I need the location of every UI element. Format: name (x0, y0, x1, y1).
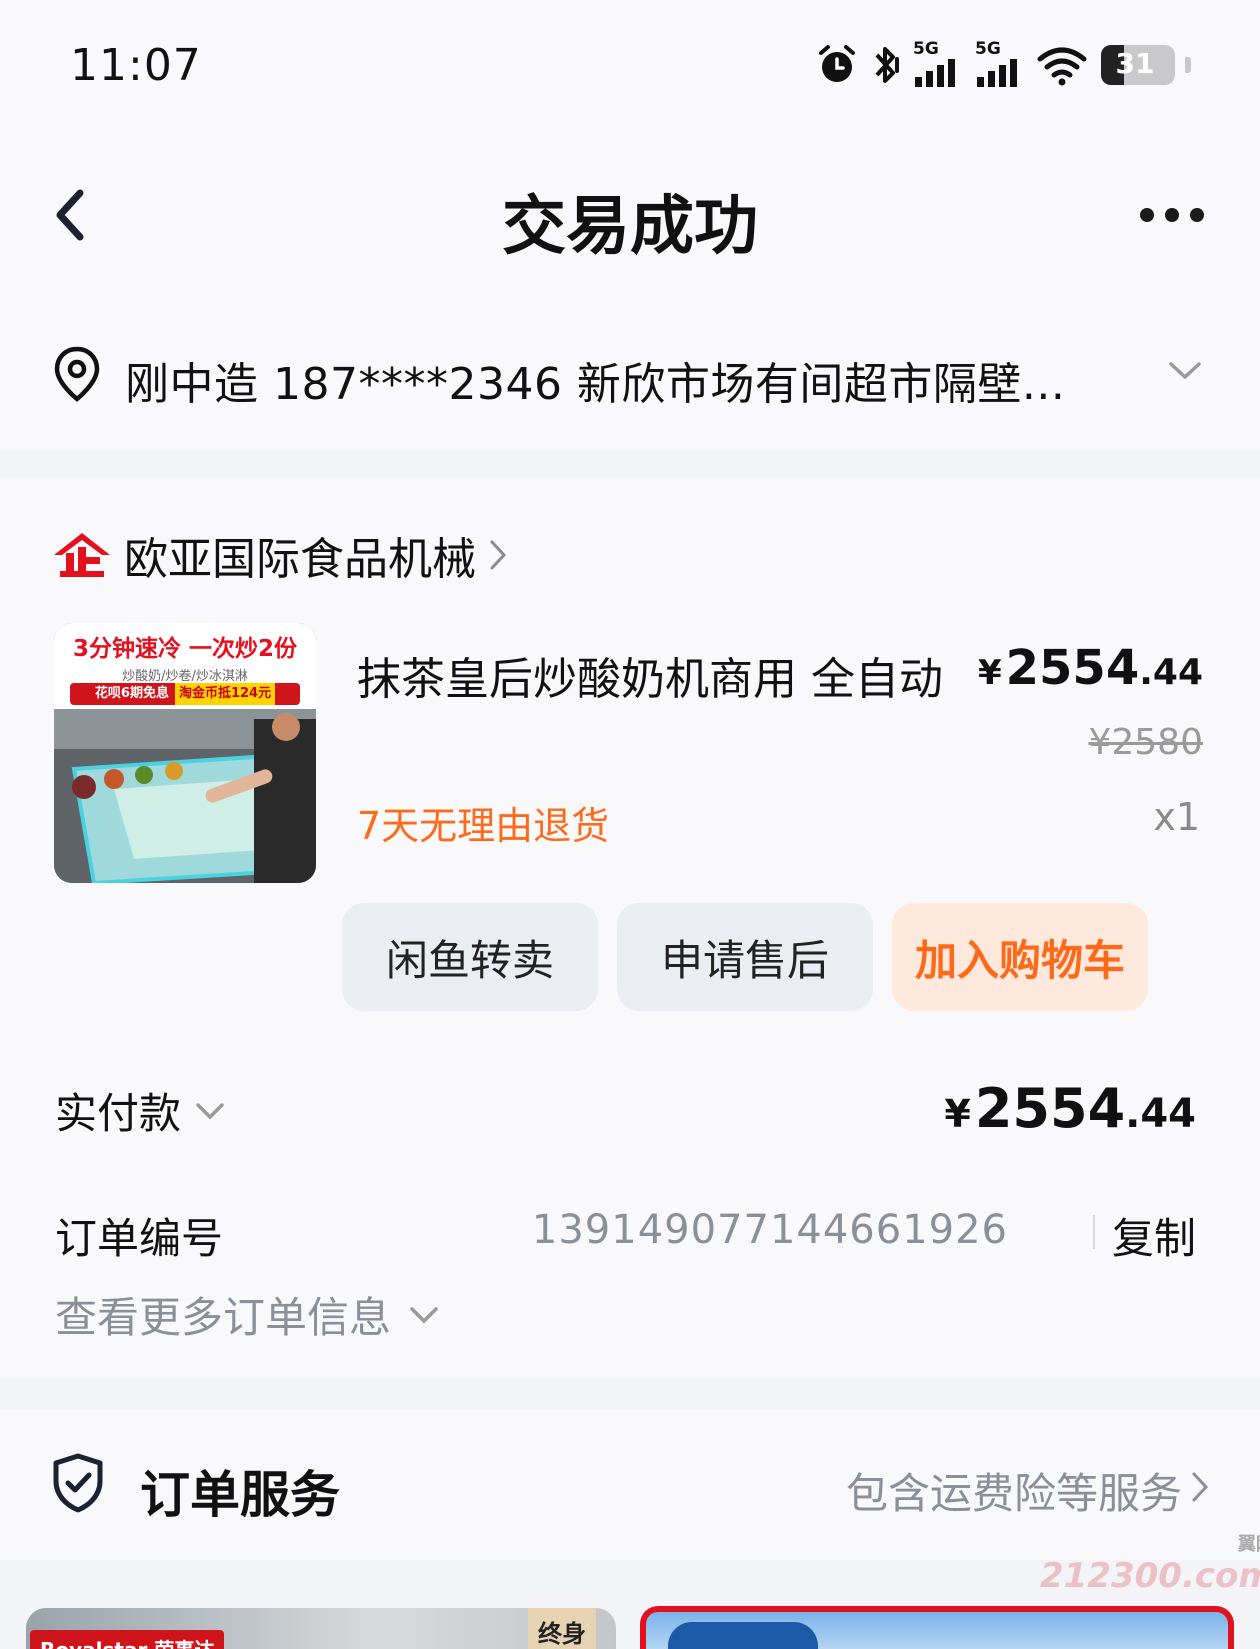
more-dot (1165, 208, 1179, 222)
product-image[interactable]: 3分钟速冷 一次炒2份 炒酸奶/炒卷/炒冰淇淋 花呗6期免息 淘金币抵124元 (54, 623, 316, 883)
product-price: ¥2554.44 (978, 640, 1203, 696)
quantity: x1 (1153, 795, 1200, 839)
order-number-value: 1391490771446619​26 (531, 1207, 1008, 1253)
wifi-icon (1037, 47, 1087, 86)
product-image-caption: 3分钟速冷 一次炒2份 (72, 636, 297, 662)
status-icons: 5G 5G 31 (815, 39, 1191, 90)
product-image-promo: 花呗6期免息 淘金币抵124元 (70, 683, 300, 705)
enterprise-badge-icon (54, 533, 110, 577)
more-dot (1190, 208, 1204, 222)
chevron-down-icon (1169, 362, 1201, 380)
paid-symbol: ¥ (944, 1092, 971, 1136)
bluetooth-icon (875, 47, 899, 83)
recommendation-card[interactable] (640, 1606, 1234, 1649)
after-sale-button[interactable]: 申请售后 (617, 903, 873, 1011)
chevron-right-icon (490, 540, 507, 570)
brand-logo: Royalstar 荣事达 (30, 1630, 225, 1649)
paid-dec: .44 (1125, 1091, 1196, 1137)
status-time: 11:07 (70, 40, 202, 91)
signal-5g-icon: 5G (975, 39, 1027, 87)
order-service-title: 订单服务 (140, 1466, 340, 1524)
more-order-info-label: 查看更多订单信息 (55, 1293, 392, 1342)
product-image-subcaption: 炒酸奶/炒卷/炒冰淇淋 (122, 669, 248, 684)
paid-amount-toggle[interactable]: 实付款 (55, 1080, 225, 1141)
price-int: 2554 (1005, 640, 1140, 696)
recommendation-card[interactable]: Royalstar 荣事达 终身 (26, 1608, 616, 1649)
battery-icon: 31 (1101, 45, 1175, 85)
order-number-label: 订单编号 (55, 1214, 224, 1263)
product-photo (54, 709, 316, 883)
watermark: 翼网 212300.com (1040, 1530, 1260, 1596)
promo-ribbon: 终身 (528, 1608, 596, 1649)
shop-name: 欧亚国际食品机械 (124, 534, 476, 585)
watermark-sub: 翼网 (1237, 1534, 1260, 1555)
chevron-down-icon (410, 1306, 438, 1323)
resell-button[interactable]: 闲鱼转卖 (342, 903, 598, 1011)
battery-tip (1185, 57, 1191, 73)
alarm-icon (819, 45, 855, 82)
paid-amount: ¥2554.44 (944, 1077, 1196, 1140)
price-dec: .44 (1139, 652, 1203, 693)
chevron-right-icon (1192, 1472, 1209, 1502)
paid-int: 2554 (974, 1077, 1126, 1140)
location-pin-icon (54, 346, 100, 402)
shield-check-icon (53, 1453, 103, 1513)
chevron-down-icon (196, 1102, 224, 1119)
product-image-banner: 3分钟速冷 一次炒2份 炒酸奶/炒卷/炒冰淇淋 花呗6期免息 淘金币抵124元 (54, 623, 316, 709)
watermark-text: 212300.com (1040, 1556, 1260, 1596)
product-title[interactable]: 抹茶皇后炒酸奶机商用 全自动 (357, 643, 943, 707)
more-dots-icon (1140, 208, 1154, 222)
promo-label: 花呗6期免息 (94, 686, 169, 701)
page-title: 交易成功 (502, 190, 758, 264)
paid-label: 实付款 (55, 1089, 182, 1138)
order-service-subtitle: 包含运费险等服务 (845, 1469, 1182, 1518)
product-badge (668, 1622, 818, 1649)
return-policy-tag: 7天无理由退货 (357, 804, 610, 848)
price-symbol: ¥ (977, 653, 1002, 693)
copy-divider (1093, 1215, 1095, 1249)
add-to-cart-button[interactable]: 加入购物车 (892, 903, 1148, 1011)
promo-coin: 淘金币抵124元 (174, 683, 276, 705)
shop-row[interactable]: 欧亚国际食品机械 (52, 525, 508, 585)
more-order-info-toggle[interactable]: 查看更多订单信息 (55, 1284, 439, 1345)
signal-5g-icon: 5G (913, 39, 965, 87)
more-button[interactable] (1140, 195, 1220, 235)
copy-button[interactable]: 复制 (1112, 1205, 1196, 1266)
address-text: 刚中造 187****2346 新欣市场有间超市隔壁... (125, 359, 1066, 410)
original-price: ¥2580 (1088, 722, 1203, 763)
